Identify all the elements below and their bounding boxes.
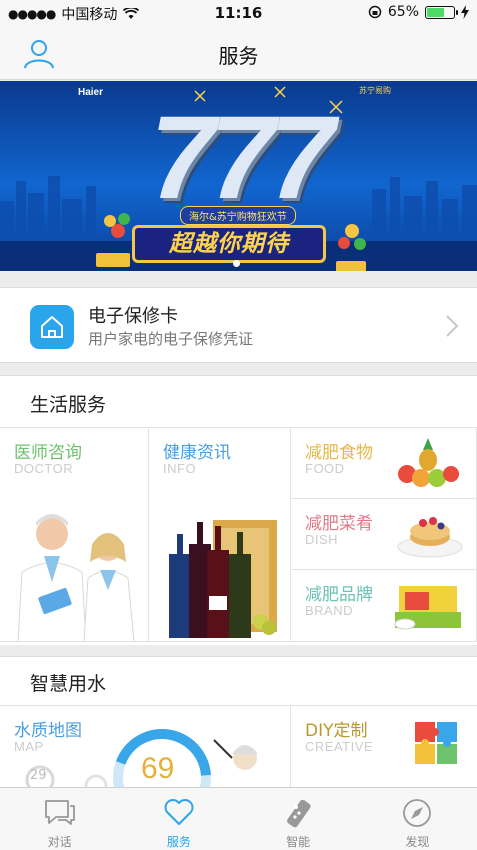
- tab-service[interactable]: 服务: [119, 788, 238, 850]
- tile-health-info[interactable]: 健康资讯 INFO: [149, 428, 291, 642]
- home-icon: [30, 305, 74, 349]
- battery-percent: 65%: [387, 4, 419, 20]
- tile-subtitle: FOOD: [305, 461, 345, 476]
- tile-diet-dish[interactable]: 减肥菜肴 DISH: [291, 499, 477, 570]
- product-box-illustration: [394, 586, 461, 630]
- section-title: 生活服务: [30, 394, 107, 416]
- tab-label: 智能: [286, 835, 311, 849]
- tab-discover[interactable]: 发现: [358, 788, 477, 850]
- section-title: 智慧用水: [30, 673, 107, 695]
- fruit-illustration: [398, 438, 459, 487]
- tab-label: 服务: [166, 835, 191, 849]
- page-title: 服务: [218, 44, 259, 68]
- tab-label: 发现: [405, 835, 430, 849]
- tile-diet-food[interactable]: 减肥食物 FOOD: [291, 428, 477, 499]
- life-service-section: 生活服务 医师咨询 DOCTOR 健康资讯 INFO 减肥食物 FOOD 减肥菜…: [0, 375, 477, 645]
- tab-bar: 对话 服务 智能 发现: [0, 787, 477, 850]
- tile-subtitle: INFO: [163, 461, 197, 476]
- tile-subtitle: BRAND: [305, 603, 354, 618]
- tile-title: 医师咨询: [14, 443, 82, 463]
- doctors-illustration: [17, 514, 135, 641]
- tab-label: 对话: [47, 835, 72, 849]
- tile-water-map[interactable]: 水质地图 MAP 29 69: [0, 706, 291, 788]
- warranty-desc: 用户家电的电子保修凭证: [88, 330, 254, 348]
- tile-subtitle: CREATIVE: [305, 739, 374, 754]
- wine-bottles-illustration: [169, 520, 277, 638]
- warranty-title: 电子保修卡: [88, 306, 178, 327]
- battery-fill: [427, 7, 444, 17]
- puzzle-icon: [415, 722, 457, 764]
- tab-smart[interactable]: 智能: [239, 788, 358, 850]
- tile-doctor[interactable]: 医师咨询 DOCTOR: [0, 428, 149, 642]
- carousel-indicator[interactable]: [233, 260, 240, 267]
- haier-logo: Haier: [78, 87, 104, 98]
- compass-icon: [403, 799, 432, 827]
- tile-title: 减肥菜肴: [305, 514, 373, 534]
- status-bar: ●●●●● 中国移动 11:16 65%: [0, 0, 477, 26]
- banner-subtitle: 海尔&苏宁购物狂欢节: [180, 206, 296, 225]
- tab-chat[interactable]: 对话: [0, 788, 119, 850]
- banner-slogan: 超越你期待: [132, 225, 326, 263]
- nav-bar: 服务: [0, 26, 477, 80]
- tile-title: 健康资讯: [163, 443, 231, 463]
- smart-water-section: 智慧用水 水质地图 MAP 29 69 DIY定制 CREATIVE: [0, 656, 477, 788]
- tile-title: 减肥品牌: [305, 585, 373, 605]
- tile-title: DIY定制: [305, 721, 368, 741]
- heart-icon: [164, 799, 194, 825]
- tile-diet-brand[interactable]: 减肥品牌 BRAND: [291, 570, 477, 642]
- remote-icon: [287, 799, 311, 828]
- charging-icon: [461, 5, 469, 19]
- suning-logo: 苏宁易购: [359, 86, 391, 95]
- water-quality-value: 69: [141, 752, 175, 785]
- battery-icon: [425, 5, 458, 19]
- tile-subtitle: DISH: [305, 532, 339, 547]
- lock-rotation-icon: [368, 5, 382, 19]
- tile-diy[interactable]: DIY定制 CREATIVE: [291, 706, 477, 788]
- warranty-card[interactable]: 电子保修卡 用户家电的电子保修凭证: [0, 287, 477, 363]
- tile-title: 减肥食物: [305, 443, 373, 463]
- chat-icon: [44, 800, 75, 825]
- banner-headline: 777: [150, 92, 335, 224]
- tile-subtitle: DOCTOR: [14, 461, 74, 476]
- pancake-dish-illustration: [397, 517, 463, 558]
- badge-value: 29: [30, 768, 47, 783]
- chevron-right-icon: [446, 315, 459, 337]
- promo-banner[interactable]: Haier 苏宁易购 777 海尔&苏宁购物狂欢节 超越你期待: [0, 81, 477, 271]
